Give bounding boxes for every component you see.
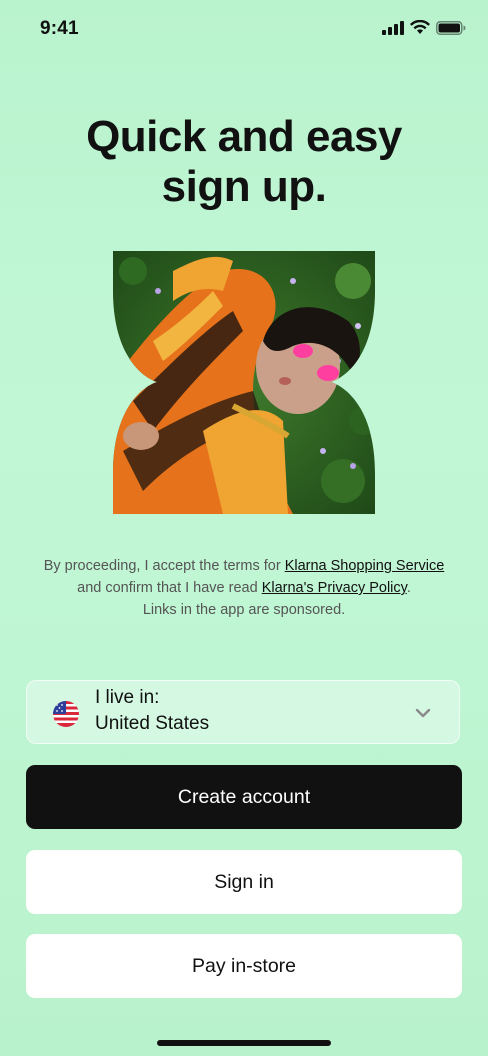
terms-text-part-2: and confirm that I have read <box>77 580 262 596</box>
chevron-down-icon <box>415 705 431 723</box>
us-flag-icon <box>53 701 79 727</box>
status-bar: 9:41 <box>0 0 488 60</box>
klarna-shopping-service-link[interactable]: Klarna Shopping Service <box>285 558 445 574</box>
hero-image <box>113 251 375 514</box>
terms-text: By proceeding, I accept the terms for Kl… <box>40 555 448 621</box>
klarna-privacy-policy-link[interactable]: Klarna's Privacy Policy <box>262 580 407 596</box>
page-title-line-2: sign up. <box>161 162 327 211</box>
status-time: 9:41 <box>40 18 79 39</box>
country-value: United States <box>95 713 210 734</box>
sponsored-note: Links in the app are sponsored. <box>142 602 346 618</box>
cellular-signal-icon <box>382 20 404 35</box>
battery-icon <box>436 20 466 35</box>
pay-in-store-button[interactable]: Pay in-store <box>26 934 462 998</box>
sign-in-button[interactable]: Sign in <box>26 850 462 914</box>
create-account-button[interactable]: Create account <box>26 765 462 829</box>
terms-text-part-3: . <box>406 580 411 596</box>
page-title: Quick and easy sign up. <box>0 112 488 212</box>
terms-text-part-1: By proceeding, I accept the terms for <box>43 558 285 574</box>
home-indicator[interactable] <box>157 1040 331 1046</box>
country-label: I live in: <box>95 687 160 708</box>
country-selector[interactable]: I live in: United States <box>26 680 460 744</box>
status-icons <box>382 20 466 35</box>
klarna-shaped-photo <box>113 251 375 514</box>
wifi-icon <box>410 20 430 34</box>
page-title-line-1: Quick and easy <box>86 112 402 161</box>
